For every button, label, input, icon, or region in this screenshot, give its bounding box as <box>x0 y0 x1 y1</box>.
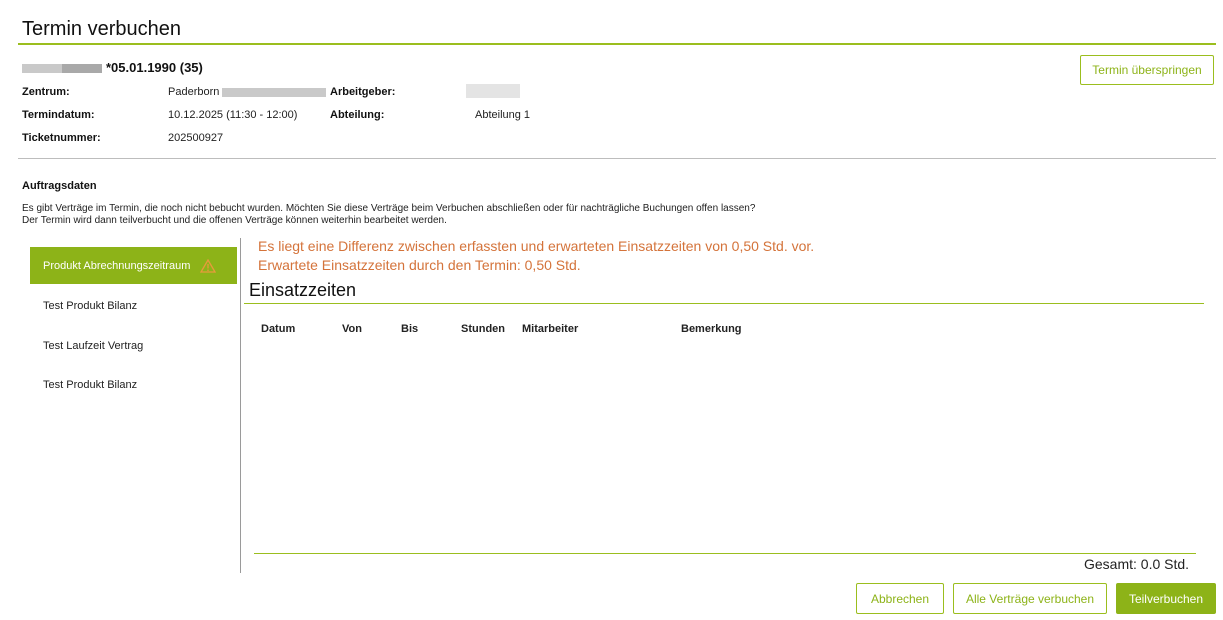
column-header-von: Von <box>342 323 362 335</box>
ticketnummer-label: Ticketnummer: <box>22 132 101 144</box>
column-header-stunden: Stunden <box>461 323 505 335</box>
arbeitgeber-label: Arbeitgeber: <box>330 86 396 98</box>
abteilung-value: Abteilung 1 <box>475 109 531 121</box>
einsatzzeiten-divider <box>244 303 1204 304</box>
abteilung-label: Abteilung: <box>330 109 385 121</box>
page-title: Termin verbuchen <box>22 18 181 40</box>
column-header-mitarbeiter: Mitarbeiter <box>522 323 579 335</box>
column-header-bemerkung: Bemerkung <box>681 323 742 335</box>
auftrag-info-text: Es gibt Verträge im Termin, die noch nic… <box>22 203 922 227</box>
sidebar-item-label: Produkt Abrechnungszeitraum <box>43 259 191 272</box>
redacted-name <box>62 64 102 73</box>
info-line-2: Der Termin wird dann teilverbucht und di… <box>22 215 447 226</box>
sidebar-item-produkt-abrechnungszeitraum[interactable]: Produkt Abrechnungszeitraum <box>30 247 237 284</box>
termindatum-value: 10.12.2025 (11:30 - 12:00) <box>168 109 298 121</box>
total-hours: Gesamt: 0.0 Std. <box>1084 556 1190 572</box>
redacted-name <box>22 64 62 73</box>
book-all-contracts-button[interactable]: Alle Verträge verbuchen <box>953 583 1107 614</box>
termindatum-label: Termindatum: <box>22 109 95 121</box>
sidebar-item-test-produkt-bilanz-2[interactable]: Test Produkt Bilanz <box>30 366 237 403</box>
redacted-arbeitgeber <box>466 84 520 98</box>
sidebar-item-test-produkt-bilanz[interactable]: Test Produkt Bilanz <box>30 287 237 324</box>
partial-book-button[interactable]: Teilverbuchen <box>1116 583 1216 614</box>
zentrum-label: Zentrum: <box>22 86 70 98</box>
redacted-zentrum <box>222 88 326 97</box>
warning-icon <box>200 258 217 273</box>
info-line-1: Es gibt Verträge im Termin, die noch nic… <box>22 203 756 214</box>
auftragsdaten-title: Auftragsdaten <box>22 180 97 192</box>
sidebar-item-label: Test Produkt Bilanz <box>43 378 138 391</box>
warning-line-2: Erwartete Einsatzzeiten durch den Termin… <box>258 257 581 273</box>
sidebar-item-test-laufzeit-vertrag[interactable]: Test Laufzeit Vertrag <box>30 327 237 364</box>
sidebar-divider <box>240 238 241 573</box>
cancel-button[interactable]: Abbrechen <box>856 583 944 614</box>
sidebar-item-label: Test Laufzeit Vertrag <box>43 339 144 352</box>
column-header-bis: Bis <box>401 323 419 335</box>
column-header-datum: Datum <box>261 323 296 335</box>
title-divider <box>18 43 1216 45</box>
zentrum-value: Paderborn <box>168 86 220 98</box>
section-divider <box>18 158 1216 159</box>
ticketnummer-value: 202500927 <box>168 132 224 144</box>
sidebar-item-label: Test Produkt Bilanz <box>43 299 138 312</box>
skip-appointment-button[interactable]: Termin überspringen <box>1080 55 1214 85</box>
patient-dob: *05.01.1990 (35) <box>106 60 203 75</box>
table-bottom-divider <box>254 553 1196 554</box>
warning-line-1: Es liegt eine Differenz zwischen erfasst… <box>258 238 815 254</box>
einsatzzeiten-title: Einsatzzeiten <box>249 280 357 300</box>
difference-warning: Es liegt eine Differenz zwischen erfasst… <box>258 237 814 275</box>
